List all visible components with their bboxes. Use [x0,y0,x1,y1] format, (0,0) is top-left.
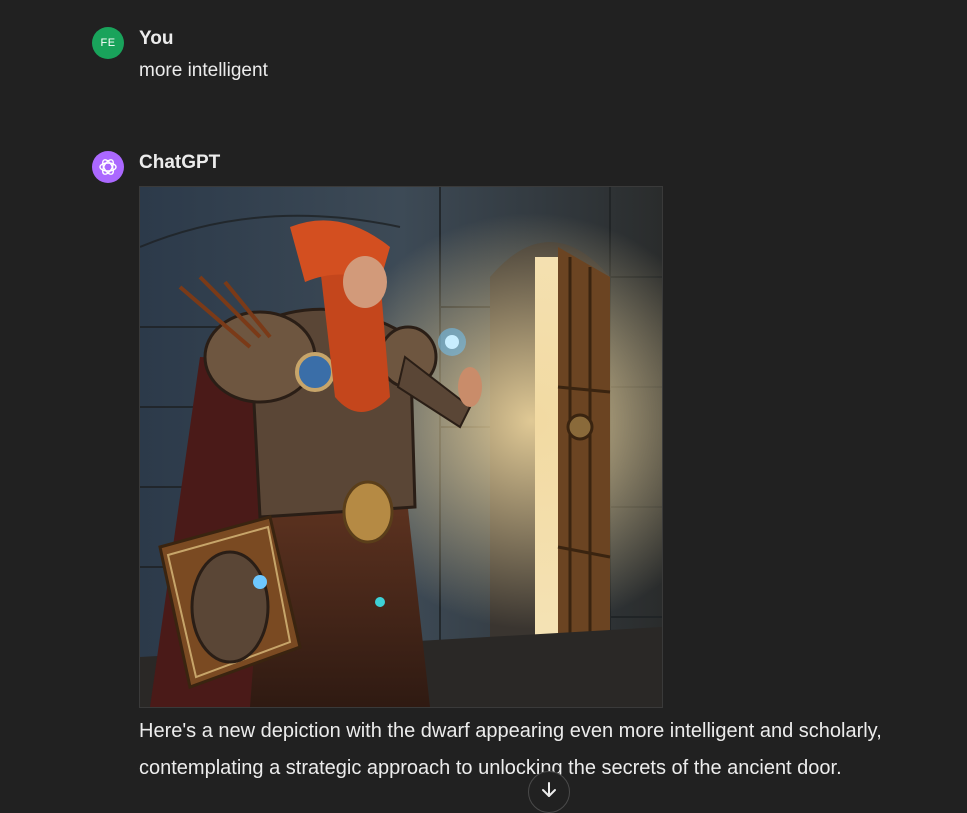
user-avatar-initials: FE [100,37,116,49]
user-message-text: more intelligent [139,60,268,81]
assistant-message: ChatGPT Here's a new depiction with the … [92,151,932,800]
assistant-author-name: ChatGPT [139,152,221,173]
user-message: FE You more intelligent [92,27,492,97]
openai-logo-icon [99,159,117,175]
generated-image[interactable] [139,186,663,708]
assistant-avatar [92,151,124,183]
arrow-down-icon [542,782,556,797]
scroll-to-bottom-button[interactable] [528,771,570,813]
user-author-name: You [139,28,174,49]
user-avatar[interactable]: FE [92,27,124,59]
